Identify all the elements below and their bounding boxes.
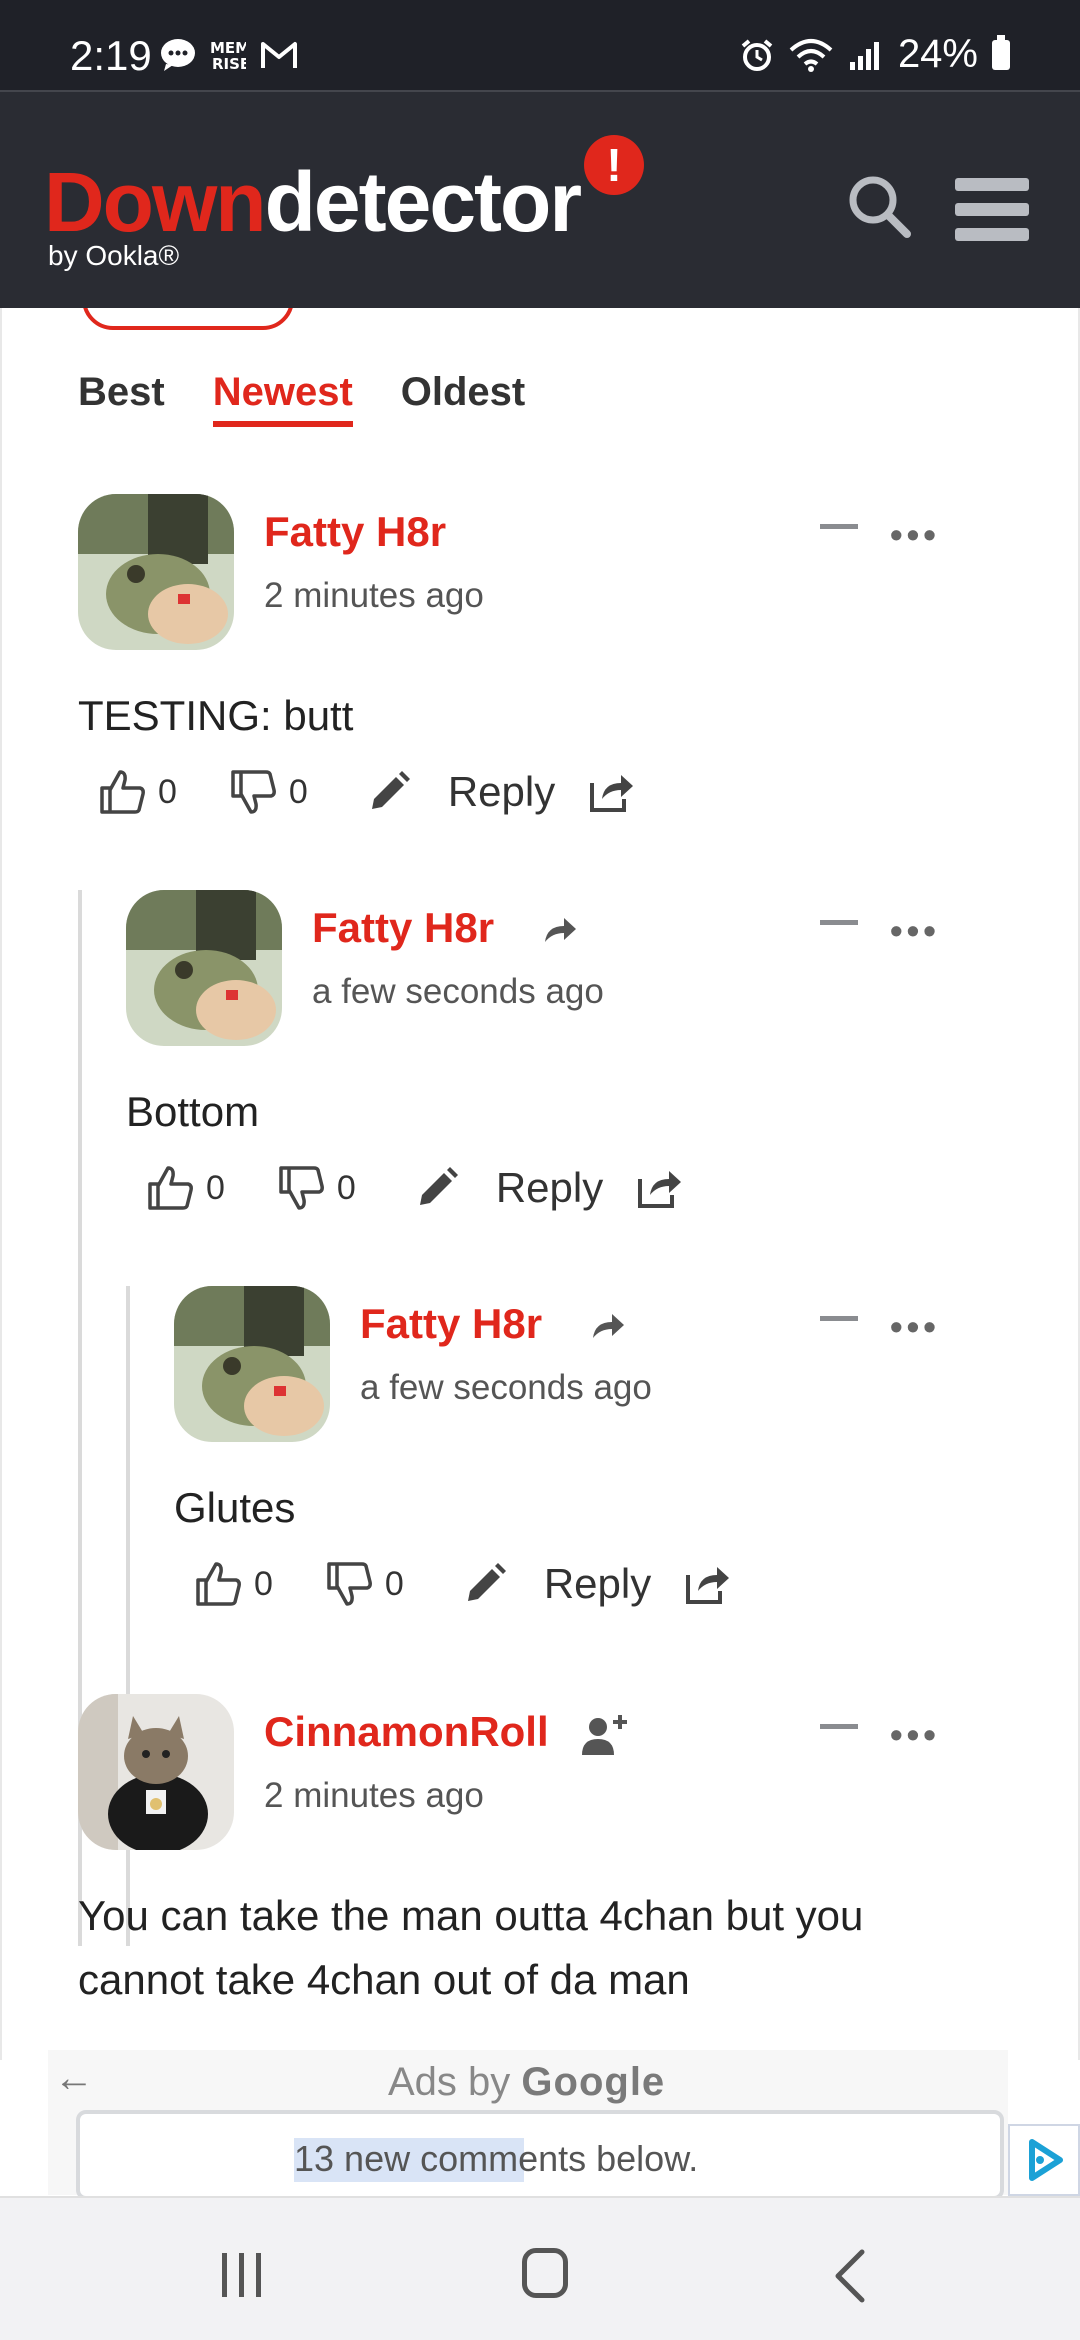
reply-button[interactable]: Reply xyxy=(544,1560,651,1608)
back-icon[interactable] xyxy=(830,2248,870,2304)
status-left-icons: MEM RISE xyxy=(160,38,298,72)
avatar[interactable] xyxy=(174,1286,330,1442)
like-count: 0 xyxy=(206,1168,225,1207)
home-icon[interactable] xyxy=(522,2248,568,2298)
collapse-icon[interactable] xyxy=(820,524,858,529)
comment-body: Glutes xyxy=(174,1484,296,1531)
collapse-icon[interactable] xyxy=(820,1316,858,1321)
share-icon[interactable] xyxy=(685,1563,731,1605)
share-icon[interactable] xyxy=(589,771,635,813)
partial-button[interactable] xyxy=(82,308,294,330)
comment-actions: 0 0 Reply xyxy=(194,1554,731,1614)
comment-time: 2 minutes ago xyxy=(264,1776,484,1815)
comment-author: Fatty H8r xyxy=(312,904,578,952)
battery-icon xyxy=(992,34,1010,70)
thumbs-up-icon[interactable] xyxy=(146,1164,194,1212)
collapse-icon[interactable] xyxy=(820,1724,858,1729)
comment: CinnamonRoll 2 minutes ago ••• You can t… xyxy=(78,1694,978,2060)
follow-user-icon[interactable] xyxy=(580,1713,630,1757)
svg-text:RISE: RISE xyxy=(212,55,246,72)
system-nav-bar xyxy=(0,2196,1080,2340)
more-options-icon[interactable]: ••• xyxy=(890,1306,940,1348)
reply-arrow-icon xyxy=(544,917,576,942)
logo-badge-icon: ! xyxy=(584,135,644,195)
thumbs-down-icon[interactable] xyxy=(325,1560,373,1608)
thumbs-up-icon[interactable] xyxy=(98,768,146,816)
comment-author: Fatty H8r xyxy=(360,1300,626,1348)
avatar[interactable] xyxy=(78,1694,234,1850)
chat-icon xyxy=(161,39,195,71)
wifi-icon xyxy=(789,38,833,72)
memrise-icon: MEMRISE xyxy=(210,39,246,72)
author-name[interactable]: Fatty H8r xyxy=(360,1300,542,1347)
tab-newest[interactable]: Newest xyxy=(212,370,353,427)
recent-apps-icon[interactable] xyxy=(222,2253,261,2297)
new-comments-text: 13 new comments below. xyxy=(294,2138,699,2179)
dislike-count: 0 xyxy=(288,772,308,811)
author-name[interactable]: Fatty H8r xyxy=(312,904,494,951)
dislike-count: 0 xyxy=(336,1168,356,1207)
ads-by-google-label: Ads by Google xyxy=(388,2060,665,2105)
author-name[interactable]: CinnamonRoll xyxy=(264,1708,549,1755)
comment-time: a few seconds ago xyxy=(360,1368,652,1407)
comment-body: Bottom xyxy=(126,1088,260,1135)
site-header: Downdetector ! by Ookla® xyxy=(0,90,1080,308)
ookla-byline: by Ookla® xyxy=(48,240,180,271)
tab-best[interactable]: Best xyxy=(78,370,165,427)
collapse-icon[interactable] xyxy=(820,920,858,925)
comment-reply: Fatty H8r a few seconds ago ••• Bottom 0… xyxy=(126,890,976,1230)
comment-time: a few seconds ago xyxy=(312,972,604,1011)
dislike-count: 0 xyxy=(384,1564,404,1603)
tab-oldest[interactable]: Oldest xyxy=(401,370,525,427)
share-icon[interactable] xyxy=(637,1167,683,1209)
adchoices-icon[interactable] xyxy=(1008,2124,1080,2196)
edit-pencil-icon[interactable] xyxy=(414,1165,460,1211)
signal-icon xyxy=(849,41,879,70)
comment-reply: Fatty H8r a few seconds ago ••• Glutes 0… xyxy=(174,1286,974,1626)
thumbs-down-icon[interactable] xyxy=(277,1164,325,1212)
comment-body-line: You can take the man outta 4chan but you xyxy=(78,1892,864,1939)
status-bar: 2:19 MEM RISE 24% xyxy=(0,0,1080,90)
comment-body: You can take the man outta 4chan but you… xyxy=(78,1884,863,2012)
battery-percent: 24% xyxy=(897,32,978,76)
sort-tabs: Best Newest Oldest xyxy=(78,370,525,427)
ad-back-arrow-icon[interactable]: ← xyxy=(54,2056,94,2101)
thumbs-up-icon[interactable] xyxy=(194,1560,242,1608)
more-options-icon[interactable]: ••• xyxy=(890,514,940,556)
new-comments-banner[interactable]: 13 new comments below. xyxy=(76,2110,1004,2200)
more-options-icon[interactable]: ••• xyxy=(890,910,940,952)
comment-author[interactable]: Fatty H8r xyxy=(264,508,446,556)
comment-body-line: cannot take 4chan out of da man xyxy=(78,1956,690,2003)
status-time: 2:19 xyxy=(70,32,152,79)
reply-button[interactable]: Reply xyxy=(448,768,555,816)
status-right: 24% xyxy=(740,32,1010,77)
comment-body: TESTING: butt xyxy=(78,692,354,739)
search-icon[interactable] xyxy=(845,172,915,242)
reply-arrow-icon xyxy=(592,1313,624,1338)
gmail-icon xyxy=(261,42,297,68)
avatar[interactable] xyxy=(126,890,282,1046)
edit-pencil-icon[interactable] xyxy=(462,1561,508,1607)
like-count: 0 xyxy=(158,772,177,811)
reply-button[interactable]: Reply xyxy=(496,1164,603,1212)
comment-author: CinnamonRoll xyxy=(264,1708,630,1757)
alarm-icon xyxy=(741,38,773,71)
avatar[interactable] xyxy=(78,494,234,650)
ads-label-brand: Google xyxy=(521,2060,666,2104)
comments-section: Best Newest Oldest Fatty H8r 2 minutes a… xyxy=(0,308,1080,2060)
comment-time: 2 minutes ago xyxy=(264,576,484,615)
logo-text-white: detector xyxy=(264,155,582,249)
comment-actions: 0 0 Reply xyxy=(98,762,635,822)
comment-actions: 0 0 Reply xyxy=(146,1158,683,1218)
ads-label-prefix: Ads by xyxy=(388,2060,522,2104)
comment: Fatty H8r 2 minutes ago ••• TESTING: but… xyxy=(78,494,978,834)
thumbs-down-icon[interactable] xyxy=(229,768,277,816)
downdetector-logo[interactable]: Downdetector xyxy=(44,154,582,251)
edit-pencil-icon[interactable] xyxy=(366,769,412,815)
like-count: 0 xyxy=(254,1564,273,1603)
more-options-icon[interactable]: ••• xyxy=(890,1714,940,1756)
logo-text-red: Down xyxy=(44,155,267,249)
hamburger-menu-icon[interactable] xyxy=(955,178,1029,253)
